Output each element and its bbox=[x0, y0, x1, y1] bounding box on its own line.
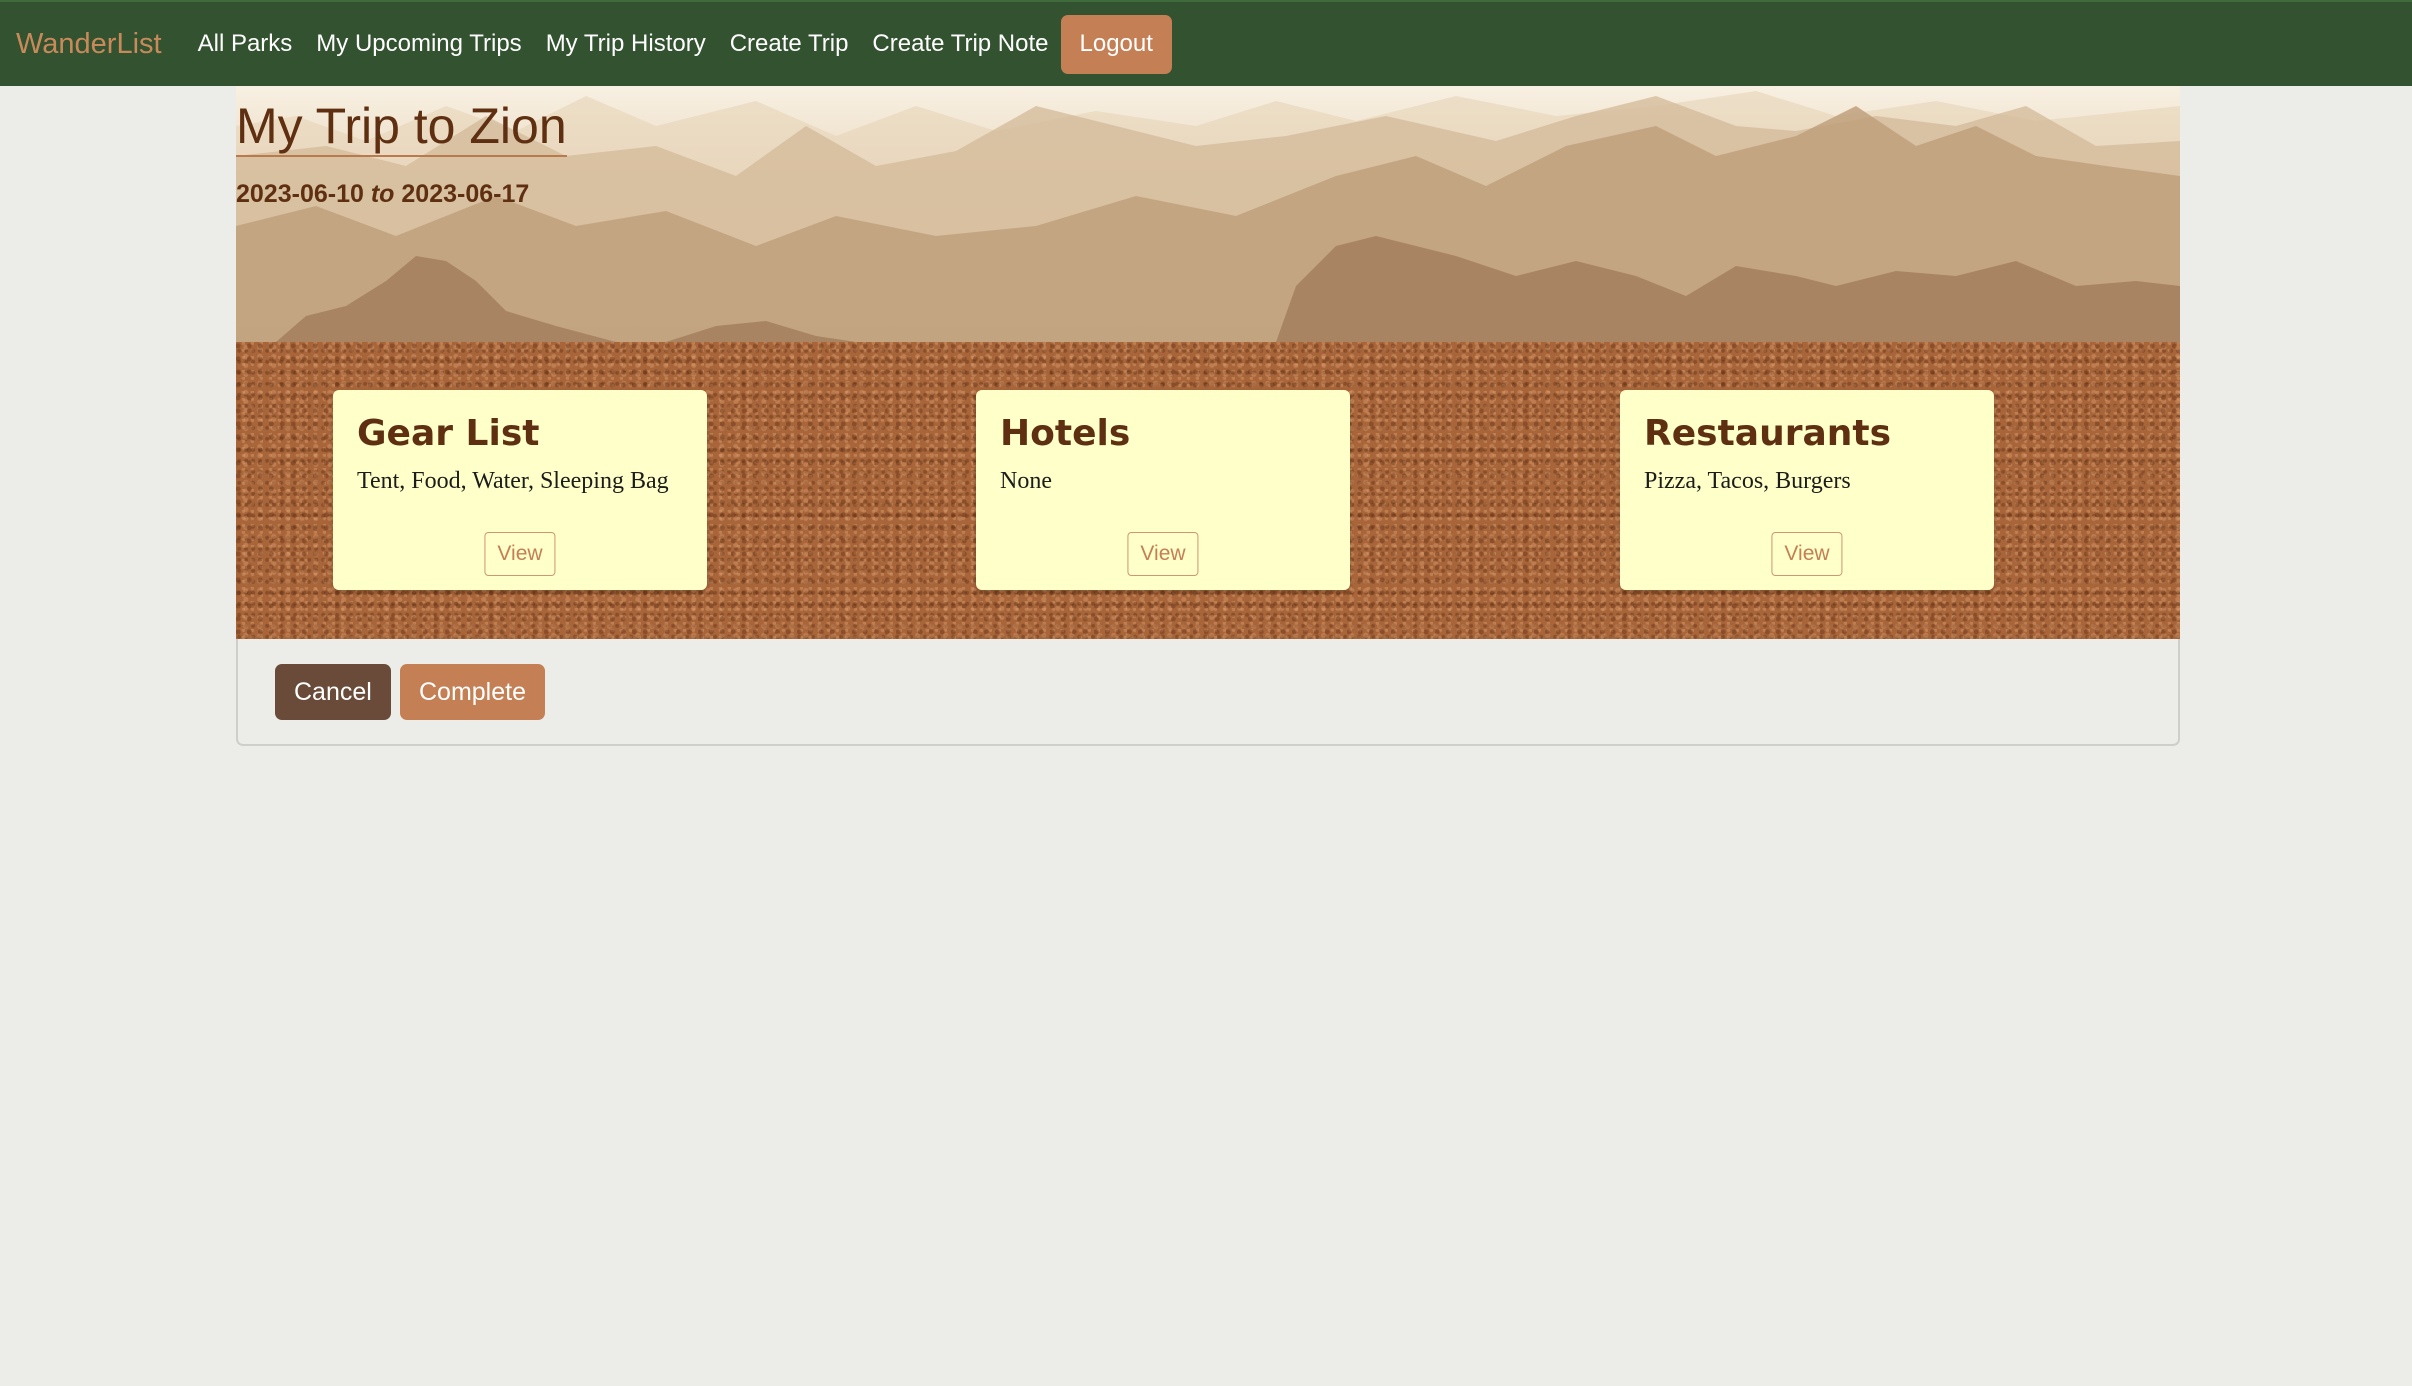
date-separator: to bbox=[370, 180, 395, 208]
view-button[interactable]: View bbox=[1127, 532, 1199, 576]
note-title: Hotels bbox=[1000, 413, 1131, 454]
trip-title: My Trip to Zion bbox=[236, 100, 567, 157]
nav-link-upcoming-trips[interactable]: My Upcoming Trips bbox=[316, 30, 521, 58]
note-card-restaurants: Restaurants Pizza, Tacos, Burgers View bbox=[1620, 390, 1994, 590]
top-navbar: WanderList All Parks My Upcoming Trips M… bbox=[0, 0, 2412, 86]
note-content: Pizza, Tacos, Burgers bbox=[1644, 467, 1851, 494]
note-content: Tent, Food, Water, Sleeping Bag bbox=[357, 467, 669, 494]
brand-logo[interactable]: WanderList bbox=[16, 28, 162, 61]
nav-link-create-trip[interactable]: Create Trip bbox=[730, 30, 849, 58]
cork-board: Gear List Tent, Food, Water, Sleeping Ba… bbox=[236, 342, 2180, 639]
trip-start-date: 2023-06-10 bbox=[236, 180, 364, 208]
nav-link-trip-history[interactable]: My Trip History bbox=[546, 30, 706, 58]
trip-date-range: 2023-06-10 to 2023-06-17 bbox=[236, 180, 529, 209]
logout-button[interactable]: Logout bbox=[1060, 14, 1172, 74]
trip-header: My Trip to Zion 2023-06-10 to 2023-06-17 bbox=[236, 86, 2180, 342]
note-card-gear-list: Gear List Tent, Food, Water, Sleeping Ba… bbox=[333, 390, 707, 590]
complete-button[interactable]: Complete bbox=[400, 664, 545, 720]
trip-end-date: 2023-06-17 bbox=[401, 180, 530, 208]
note-content: None bbox=[1000, 467, 1052, 494]
nav-link-all-parks[interactable]: All Parks bbox=[198, 30, 293, 58]
note-card-hotels: Hotels None View bbox=[976, 390, 1350, 590]
nav-link-create-trip-note[interactable]: Create Trip Note bbox=[872, 30, 1048, 58]
view-button[interactable]: View bbox=[1771, 532, 1843, 576]
note-title: Restaurants bbox=[1644, 413, 1892, 454]
note-title: Gear List bbox=[357, 413, 540, 454]
trip-actions: Cancel Complete bbox=[236, 639, 2180, 746]
cancel-button[interactable]: Cancel bbox=[275, 664, 391, 720]
nav-links: All Parks My Upcoming Trips My Trip Hist… bbox=[198, 14, 1172, 74]
view-button[interactable]: View bbox=[484, 532, 556, 576]
